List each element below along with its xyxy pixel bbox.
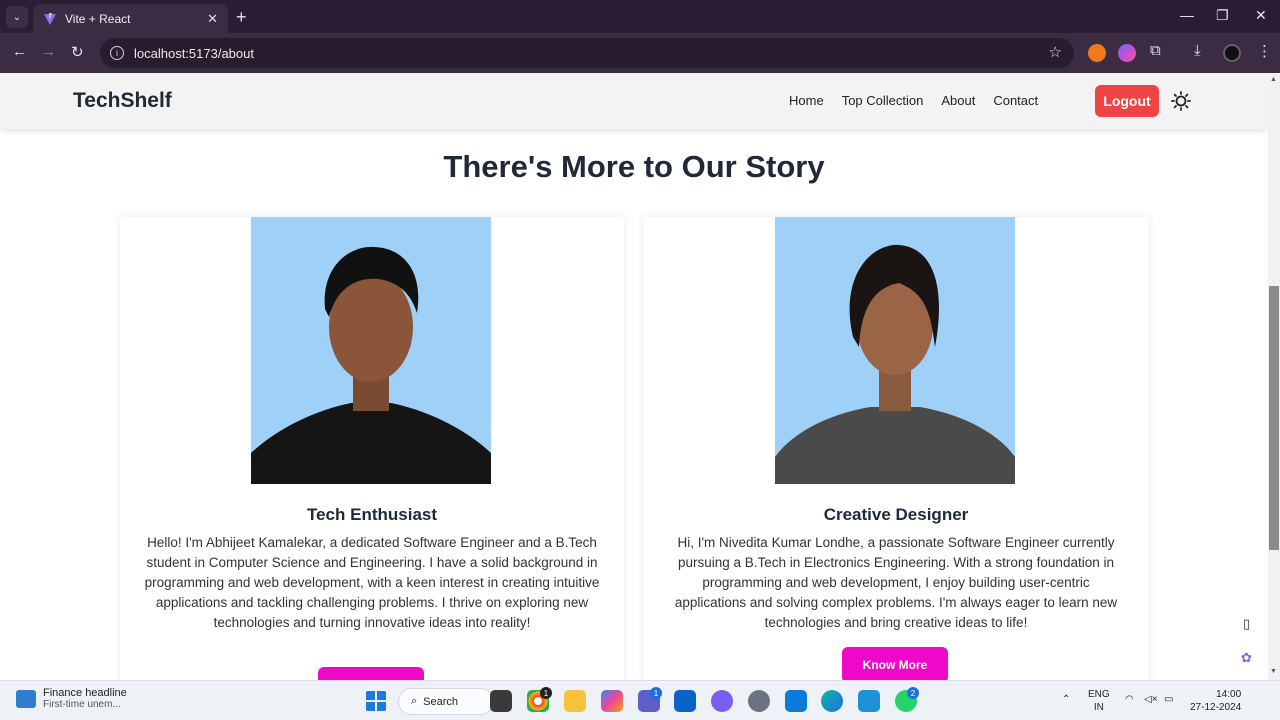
browser-tabbar: ⌄ Vite + React ✕ + — ❐ ✕ bbox=[0, 0, 1280, 33]
settings-gear-icon[interactable] bbox=[748, 690, 770, 712]
site-navbar: TechShelf Home Top Collection About Cont… bbox=[0, 73, 1268, 129]
search-icon: ⌕ bbox=[411, 695, 418, 707]
profile-photo bbox=[251, 217, 491, 484]
ai-assistant-icon[interactable]: ✿ bbox=[1241, 650, 1252, 666]
nav-home[interactable]: Home bbox=[789, 93, 824, 108]
scroll-down-icon[interactable]: ▼ bbox=[1270, 668, 1277, 675]
snipping-tool-icon[interactable] bbox=[858, 690, 880, 712]
downloads-icon[interactable]: ⤓ bbox=[1194, 42, 1201, 59]
notification-badge: 2 bbox=[907, 687, 919, 699]
time-text: 14:00 bbox=[1216, 689, 1242, 700]
notification-badge: 1 bbox=[540, 687, 552, 699]
card-description: Hi, I'm Nivedita Kumar Londhe, a passion… bbox=[674, 535, 1118, 630]
notification-badge: 1 bbox=[650, 687, 662, 699]
news-title: Finance headline bbox=[43, 687, 127, 699]
page-scrollbar[interactable]: ▲ ▼ bbox=[1268, 73, 1280, 680]
extensions-puzzle-icon[interactable]: ⧉ bbox=[1150, 42, 1161, 59]
search-label: Search bbox=[423, 695, 459, 708]
news-subtitle: First-time unem... bbox=[43, 699, 121, 710]
card-title: Tech Enthusiast bbox=[306, 505, 438, 524]
copilot-app-icon[interactable] bbox=[711, 690, 733, 712]
edge-icon[interactable] bbox=[821, 690, 843, 712]
task-view-icon[interactable] bbox=[490, 690, 512, 712]
vite-favicon-icon bbox=[44, 12, 56, 25]
know-more-button[interactable]: Know More bbox=[842, 647, 948, 680]
profile-card: Tech Enthusiast Hello! I'm Abhijeet Kama… bbox=[120, 217, 624, 680]
tray-chevron-icon[interactable]: ⌃ bbox=[1062, 693, 1070, 706]
taskbar-search[interactable]: ⌕ Search bbox=[398, 688, 494, 715]
restore-icon[interactable]: ❐ bbox=[1216, 7, 1229, 24]
reading-mode-icon[interactable]: ▯ bbox=[1243, 616, 1250, 632]
speaker-muted-icon[interactable]: ◁× bbox=[1144, 693, 1158, 706]
clock[interactable]: 14:00 27-12-2024 bbox=[1190, 688, 1241, 714]
site-info-icon[interactable]: i bbox=[110, 46, 124, 60]
wifi-icon[interactable]: ◠ bbox=[1125, 693, 1134, 706]
nav-links: Home Top Collection About Contact bbox=[789, 93, 1056, 108]
file-explorer-icon[interactable] bbox=[564, 690, 586, 712]
extension-icon[interactable] bbox=[1088, 44, 1106, 62]
back-icon[interactable]: ← bbox=[12, 43, 27, 60]
lang-code: ENG bbox=[1088, 689, 1110, 700]
browser-toolbar: ← → ↻ i localhost:5173/about ☆ ⧉ ⤓ ⋮ bbox=[0, 33, 1280, 73]
battery-icon[interactable]: ▭ bbox=[1164, 693, 1173, 706]
theme-toggle-sun-icon[interactable] bbox=[1171, 91, 1191, 111]
address-bar[interactable]: i localhost:5173/about ☆ bbox=[100, 38, 1074, 68]
url-text[interactable]: localhost:5173/about bbox=[134, 46, 254, 61]
news-icon bbox=[16, 689, 36, 708]
language-indicator[interactable]: ENG IN bbox=[1088, 688, 1110, 714]
scrollbar-thumb[interactable] bbox=[1269, 286, 1279, 550]
tab-close-icon[interactable]: ✕ bbox=[207, 11, 218, 27]
logout-button[interactable]: Logout bbox=[1095, 85, 1159, 117]
nav-about[interactable]: About bbox=[941, 93, 975, 108]
windows-start-icon[interactable] bbox=[365, 690, 387, 712]
vscode-icon[interactable] bbox=[785, 690, 807, 712]
scroll-up-icon[interactable]: ▲ bbox=[1270, 76, 1277, 83]
ai-extension-icon[interactable] bbox=[1118, 44, 1136, 62]
know-more-button[interactable]: Know More bbox=[318, 667, 424, 680]
card-title: Creative Designer bbox=[823, 505, 969, 524]
window-close-icon[interactable]: ✕ bbox=[1255, 7, 1267, 24]
nav-top-collection[interactable]: Top Collection bbox=[842, 93, 924, 108]
windows-taskbar: Finance headline First-time unem... ⌕ Se… bbox=[0, 680, 1280, 720]
bookmark-star-icon[interactable]: ☆ bbox=[1049, 43, 1062, 61]
profile-avatar[interactable] bbox=[1223, 44, 1241, 62]
browser-tab[interactable]: Vite + React ✕ bbox=[33, 4, 228, 33]
card-description: Hello! I'm Abhijeet Kamalekar, a dedicat… bbox=[144, 535, 600, 630]
forward-icon[interactable]: → bbox=[41, 43, 56, 60]
browser-menu-icon[interactable]: ⋮ bbox=[1257, 42, 1272, 60]
reload-icon[interactable]: ↻ bbox=[71, 43, 84, 61]
nav-contact[interactable]: Contact bbox=[993, 93, 1038, 108]
tab-title: Vite + React bbox=[65, 11, 131, 26]
tab-search-chevron-icon[interactable]: ⌄ bbox=[6, 6, 28, 28]
minimize-icon[interactable]: — bbox=[1180, 7, 1194, 23]
copilot-icon[interactable] bbox=[601, 690, 623, 712]
date-text: 27-12-2024 bbox=[1190, 702, 1242, 713]
profile-card: Creative Designer Hi, I'm Nivedita Kumar… bbox=[644, 217, 1148, 680]
outlook-icon[interactable] bbox=[674, 690, 696, 712]
lang-region: IN bbox=[1093, 702, 1104, 713]
site-brand[interactable]: TechShelf bbox=[73, 89, 172, 113]
new-tab-icon[interactable]: + bbox=[236, 7, 247, 28]
page-heading: There's More to Our Story bbox=[443, 149, 825, 184]
web-page: TechShelf Home Top Collection About Cont… bbox=[0, 73, 1268, 680]
news-widget[interactable]: Finance headline First-time unem... bbox=[16, 687, 127, 710]
profile-photo bbox=[775, 217, 1015, 484]
